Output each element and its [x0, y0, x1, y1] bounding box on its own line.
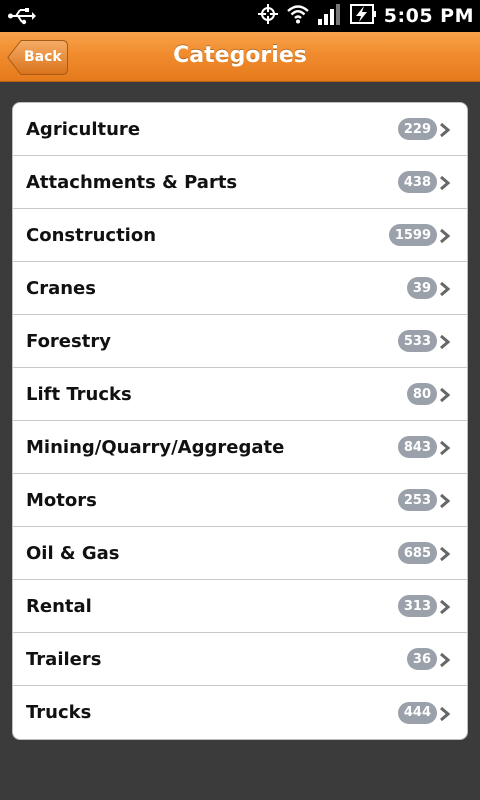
status-bar: 5:05 PM	[0, 0, 480, 32]
category-label: Forestry	[26, 330, 111, 352]
chevron-right-icon	[439, 599, 451, 615]
category-row[interactable]: Oil & Gas 685	[13, 527, 467, 580]
category-label: Lift Trucks	[26, 383, 132, 405]
count-badge: 36	[406, 648, 437, 670]
chevron-right-icon	[439, 281, 451, 297]
count-badge: 438	[397, 171, 437, 193]
count-badge: 533	[397, 330, 437, 352]
category-label: Agriculture	[26, 118, 141, 140]
gps-icon	[257, 4, 278, 28]
category-label: Attachments & Parts	[26, 171, 238, 193]
category-row[interactable]: Cranes 39	[13, 262, 467, 315]
category-row[interactable]: Forestry 533	[13, 315, 467, 368]
chevron-right-icon	[439, 334, 451, 350]
count-badge: 253	[397, 489, 437, 511]
category-row[interactable]: Agriculture 229	[13, 103, 467, 156]
chevron-right-icon	[439, 493, 451, 509]
chevron-right-icon	[439, 175, 451, 191]
count-badge: 39	[406, 277, 437, 299]
category-row[interactable]: Rental 313	[13, 580, 467, 633]
category-row[interactable]: Attachments & Parts 438	[13, 156, 467, 209]
count-badge: 80	[406, 383, 437, 405]
chevron-right-icon	[439, 228, 451, 244]
category-row[interactable]: Trailers 36	[13, 633, 467, 686]
battery-charging-icon	[349, 3, 376, 29]
count-badge: 229	[397, 118, 437, 140]
category-row[interactable]: Mining/Quarry/Aggregate 843	[13, 421, 467, 474]
title-bar: Back Categories	[0, 32, 480, 82]
chevron-right-icon	[439, 387, 451, 403]
category-label: Trailers	[26, 648, 102, 670]
category-label: Cranes	[26, 277, 96, 299]
wifi-icon	[286, 4, 310, 28]
usb-icon	[8, 6, 36, 30]
category-row[interactable]: Motors 253	[13, 474, 467, 527]
chevron-right-icon	[439, 122, 451, 138]
back-button[interactable]: Back	[7, 40, 68, 75]
category-label: Trucks	[26, 702, 92, 723]
status-time: 5:05 PM	[383, 5, 474, 27]
category-label: Rental	[26, 595, 92, 617]
chevron-right-icon	[439, 546, 451, 562]
chevron-right-icon	[439, 440, 451, 456]
category-label: Construction	[26, 224, 157, 246]
category-label: Oil & Gas	[26, 542, 120, 564]
category-label: Mining/Quarry/Aggregate	[26, 436, 285, 458]
category-row[interactable]: Construction 1599	[13, 209, 467, 262]
category-list: Agriculture 229 Attachments & Parts 438 Cons…	[12, 102, 468, 740]
count-badge: 1599	[388, 224, 437, 246]
category-label: Motors	[26, 489, 97, 511]
count-badge: 444	[397, 701, 437, 724]
page-title: Categories	[173, 43, 307, 68]
count-badge: 685	[397, 542, 437, 564]
category-row[interactable]: Lift Trucks 80	[13, 368, 467, 421]
chevron-right-icon	[439, 652, 451, 668]
back-button-label: Back	[24, 49, 62, 65]
category-row[interactable]: Trucks 444	[13, 686, 467, 739]
count-badge: 843	[397, 436, 437, 458]
count-badge: 313	[397, 595, 437, 617]
chevron-right-icon	[439, 706, 451, 721]
signal-icon	[317, 3, 342, 29]
